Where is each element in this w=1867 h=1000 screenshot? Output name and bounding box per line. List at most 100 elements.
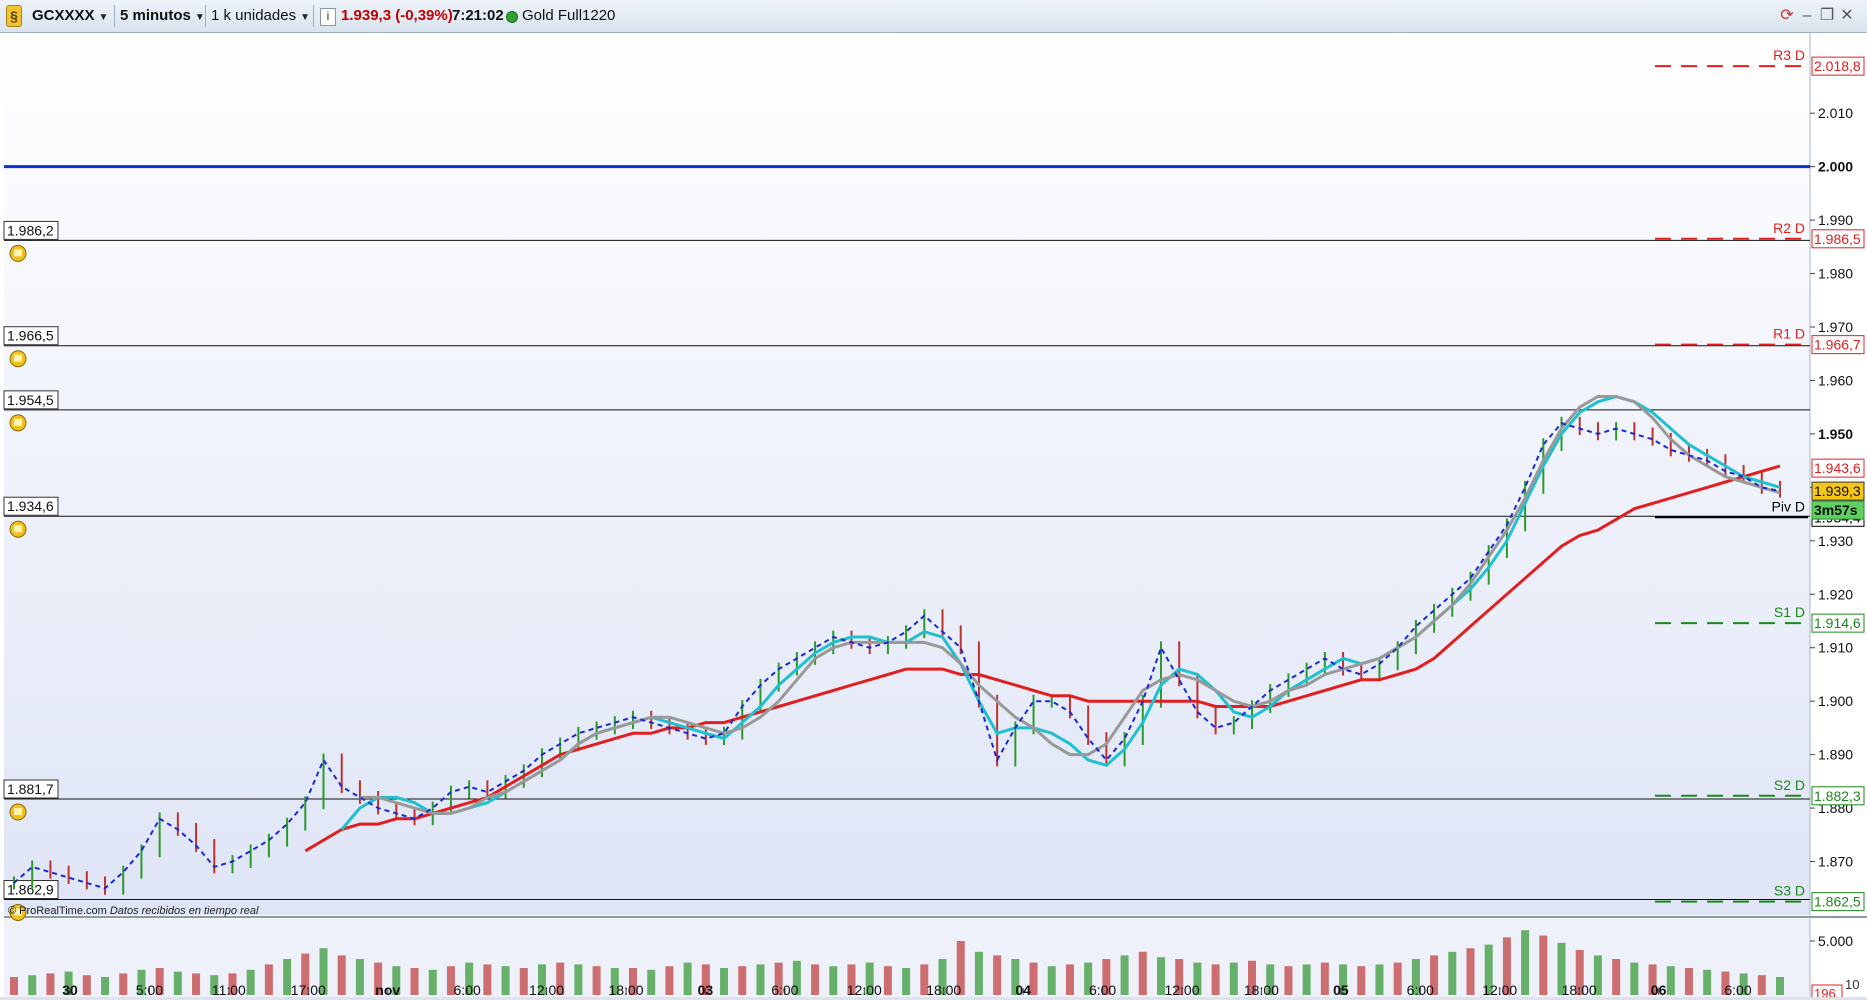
units-label: 1 k unidades — [211, 7, 297, 24]
volume-bar — [1229, 962, 1238, 995]
pivot-name-label: R2 D — [1773, 220, 1805, 236]
symbol-label: GCXXXX — [32, 7, 95, 24]
price-tick-label: 1.990 — [1818, 212, 1853, 228]
volume-bar — [1630, 962, 1639, 995]
volume-bar — [501, 966, 510, 995]
volume-bar — [1666, 966, 1675, 995]
volume-bar — [574, 964, 583, 995]
volume-bar — [1776, 977, 1784, 995]
line-price-label: 1.986,2 — [7, 222, 54, 238]
pivot-name-label: Piv D — [1772, 498, 1805, 514]
price-tick-label: 2.000 — [1818, 159, 1853, 175]
time-tick-label: 05 — [1333, 982, 1349, 998]
price-change: 1.939,3 (-0,39%) — [341, 7, 453, 24]
volume-bar — [519, 968, 528, 995]
price-tick-label: 1.920 — [1818, 586, 1853, 602]
volume-bar — [1448, 951, 1457, 995]
pivot-price-label: 1.966,7 — [1814, 337, 1861, 353]
alert-bell-icon[interactable] — [9, 350, 27, 368]
volume-bar — [246, 969, 255, 995]
close-icon[interactable]: ✕ — [1837, 4, 1857, 28]
volume-bar — [974, 951, 983, 995]
volume-bar — [28, 975, 37, 995]
time-tick-label: 12:00 — [1482, 982, 1517, 998]
ma-price-label: 1.943,6 — [1814, 460, 1861, 476]
pivot-price-label: 2.018,8 — [1814, 58, 1861, 74]
price-tick-label: 1.950 — [1818, 426, 1853, 442]
volume-bar — [1047, 966, 1056, 995]
pivot-name-label: S3 D — [1774, 883, 1805, 899]
app-logo-icon[interactable]: § — [6, 5, 22, 27]
price-tick-label: 1.980 — [1818, 266, 1853, 282]
volume-bar — [902, 968, 911, 995]
line-price-label: 1.954,5 — [7, 392, 54, 408]
time-tick-label: 18:00 — [926, 982, 961, 998]
volume-bar — [720, 968, 729, 995]
line-price-label: 1.966,5 — [7, 328, 54, 344]
info-icon[interactable]: i — [320, 8, 336, 26]
volume-bar — [1065, 964, 1074, 995]
time-tick-label: 6:00 — [1724, 982, 1751, 998]
volume-bar — [1703, 969, 1712, 995]
time-tick-label: 30 — [62, 982, 78, 998]
time-tick-label: 04 — [1015, 982, 1031, 998]
last-price-label: 1.939,3 — [1814, 483, 1861, 499]
toolbar-divider — [313, 5, 314, 27]
pivot-name-label: R1 D — [1773, 326, 1805, 342]
alert-bell-icon[interactable] — [9, 414, 27, 432]
status-dot-icon — [506, 11, 518, 23]
pivot-price-label: 1.862,5 — [1814, 894, 1861, 910]
volume-bar — [483, 964, 492, 995]
volume-bar — [1393, 962, 1402, 995]
time-tick-label: 03 — [698, 982, 714, 998]
volume-bar — [1211, 964, 1220, 995]
alert-bell-icon[interactable] — [9, 520, 27, 538]
volume-bar — [993, 955, 1002, 995]
time-tick-label: 17:00 — [291, 982, 326, 998]
volume-bar — [683, 962, 692, 995]
time-tick-label: 12:00 — [1164, 982, 1199, 998]
volume-bar — [665, 966, 674, 995]
volume-bar — [756, 964, 765, 995]
time-tick-label: 18:00 — [1244, 982, 1279, 998]
volume-bar — [192, 973, 201, 995]
volume-bar — [811, 964, 820, 995]
volume-bar — [1684, 968, 1693, 995]
units-selector[interactable]: 1 k unidades ▼ — [211, 4, 310, 28]
restore-icon[interactable]: ❐ — [1817, 4, 1837, 28]
price-tick-label: 1.890 — [1818, 747, 1853, 763]
volume-bar — [1612, 959, 1621, 995]
volume-counter-label: 10 — [1845, 977, 1859, 992]
time-tick-label: 5:00 — [136, 982, 163, 998]
volume-bar — [592, 966, 601, 995]
minimize-icon[interactable]: – — [1797, 4, 1817, 28]
volume-bar — [1320, 962, 1329, 995]
price-chart[interactable]: 1.986,2 1.966,5 1.954,5 1.934,6 1.881,7 1.862… — [0, 33, 1867, 1000]
volume-bar — [46, 973, 55, 995]
symbol-selector[interactable]: GCXXXX ▼ — [32, 4, 108, 28]
volume-bar — [1375, 964, 1384, 995]
chevron-down-icon: ▼ — [194, 12, 205, 23]
volume-bar — [1539, 935, 1548, 995]
time-tick-label: 6:00 — [1089, 982, 1116, 998]
alert-bell-icon[interactable] — [9, 244, 27, 262]
volume-bar — [355, 959, 364, 995]
pivot-price-label: 1.914,6 — [1814, 615, 1861, 631]
price-tick-label: 1.870 — [1818, 854, 1853, 870]
price-tick-label: 1.910 — [1818, 640, 1853, 656]
chart-toolbar: § GCXXXX ▼ 5 minutos ▼ 1 k unidades ▼ i 1.9… — [0, 0, 1867, 33]
alert-bell-icon[interactable] — [9, 803, 27, 821]
price-tick-label: 1.900 — [1818, 693, 1853, 709]
volume-bar — [10, 977, 18, 995]
line-price-label: 1.934,6 — [7, 498, 54, 514]
window-controls: ⟳ – ❐ ✕ — [1777, 4, 1857, 28]
time-tick-label: 6:00 — [454, 982, 481, 998]
volume-bar — [1120, 955, 1129, 995]
volume-bar — [883, 966, 892, 995]
refresh-icon[interactable]: ⟳ — [1777, 4, 1797, 28]
toolbar-divider — [114, 5, 115, 27]
volume-bar — [1138, 951, 1147, 995]
time-tick-label: 12:00 — [529, 982, 564, 998]
timeframe-selector[interactable]: 5 minutos ▼ — [120, 4, 205, 28]
price-tick-label: 1.960 — [1818, 372, 1853, 388]
